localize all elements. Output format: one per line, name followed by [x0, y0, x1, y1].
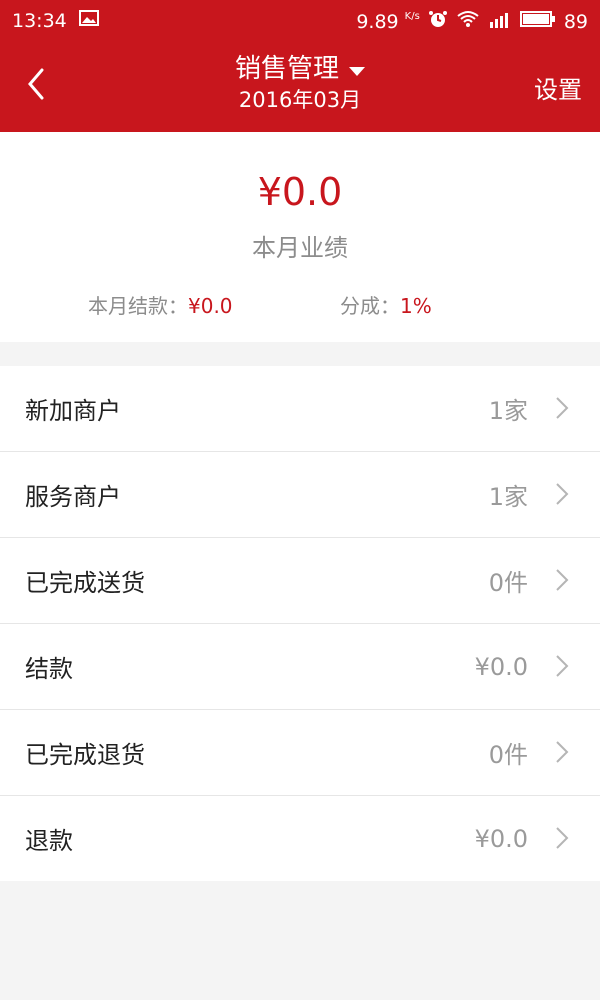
list-item-refunds[interactable]: 退款 ¥0.0	[0, 796, 600, 881]
list-item-label: 结款	[25, 655, 73, 683]
settlement-value: ¥0.0	[188, 294, 233, 318]
page-title: 销售管理	[234, 54, 339, 84]
list-item-settlements[interactable]: 结款 ¥0.0	[0, 624, 600, 710]
triangle-down-icon	[349, 52, 365, 86]
alarm-icon	[428, 9, 448, 34]
list-item-value: ¥0.0	[474, 652, 528, 681]
chevron-right-icon	[554, 740, 570, 764]
settings-button[interactable]: 设置	[534, 70, 582, 105]
network-speed: 9.89 K/s	[356, 10, 420, 33]
list-item-value: 1家	[488, 483, 528, 511]
back-button[interactable]	[14, 64, 56, 108]
list-item-value: 0件	[488, 741, 528, 769]
monthly-summary: ¥0.0 本月业绩 本月结款：¥0.0 分成：1%	[0, 132, 600, 342]
status-bar: 13:34 9.89 K/s 89	[0, 0, 600, 40]
status-time: 13:34	[12, 9, 67, 32]
sales-list: 新加商户 1家 服务商户 1家 已完成送货 0件 结款 ¥0.0 已完成退货 0…	[0, 366, 600, 881]
total-amount: ¥0.0	[257, 170, 343, 214]
status-right: 9.89 K/s 89	[348, 9, 588, 34]
chevron-right-icon	[554, 826, 570, 850]
list-item-new-merchants[interactable]: 新加商户 1家	[0, 366, 600, 452]
list-item-label: 退款	[25, 827, 73, 855]
battery-level: 89	[563, 10, 588, 33]
commission-label: 分成：	[340, 294, 400, 318]
wifi-icon	[456, 10, 480, 33]
commission-stat: 分成：1%	[340, 290, 432, 319]
list-item-value: 0件	[488, 569, 528, 597]
summary-stats: 本月结款：¥0.0 分成：1%	[0, 290, 600, 320]
header: 销售管理 2016年03月 设置	[0, 40, 600, 132]
chevron-right-icon	[554, 396, 570, 420]
chevron-right-icon	[554, 482, 570, 506]
chevron-left-icon	[24, 67, 46, 105]
chevron-right-icon	[554, 568, 570, 592]
list-item-service-merchants[interactable]: 服务商户 1家	[0, 452, 600, 538]
battery-icon	[519, 10, 556, 33]
list-item-completed-deliveries[interactable]: 已完成送货 0件	[0, 538, 600, 624]
signal-icon	[488, 10, 512, 33]
image-icon	[78, 9, 99, 32]
settlement-stat: 本月结款：¥0.0	[88, 290, 233, 319]
list-item-value: 1家	[488, 397, 528, 425]
speed-unit: K/s	[404, 10, 420, 22]
selected-month: 2016年03月	[238, 88, 362, 112]
commission-value: 1%	[400, 294, 432, 318]
list-item-label: 已完成退货	[25, 741, 145, 769]
list-item-value: ¥0.0	[474, 824, 528, 853]
page-title-row: 销售管理	[235, 52, 365, 86]
list-item-completed-returns[interactable]: 已完成退货 0件	[0, 710, 600, 796]
title-selector[interactable]: 销售管理 2016年03月	[180, 52, 420, 114]
list-item-label: 已完成送货	[25, 569, 145, 597]
total-label: 本月业绩	[252, 234, 348, 262]
list-item-label: 新加商户	[25, 397, 121, 425]
list-item-label: 服务商户	[25, 483, 121, 511]
settlement-label: 本月结款：	[88, 294, 188, 318]
status-left: 13:34	[12, 9, 99, 32]
chevron-right-icon	[554, 654, 570, 678]
